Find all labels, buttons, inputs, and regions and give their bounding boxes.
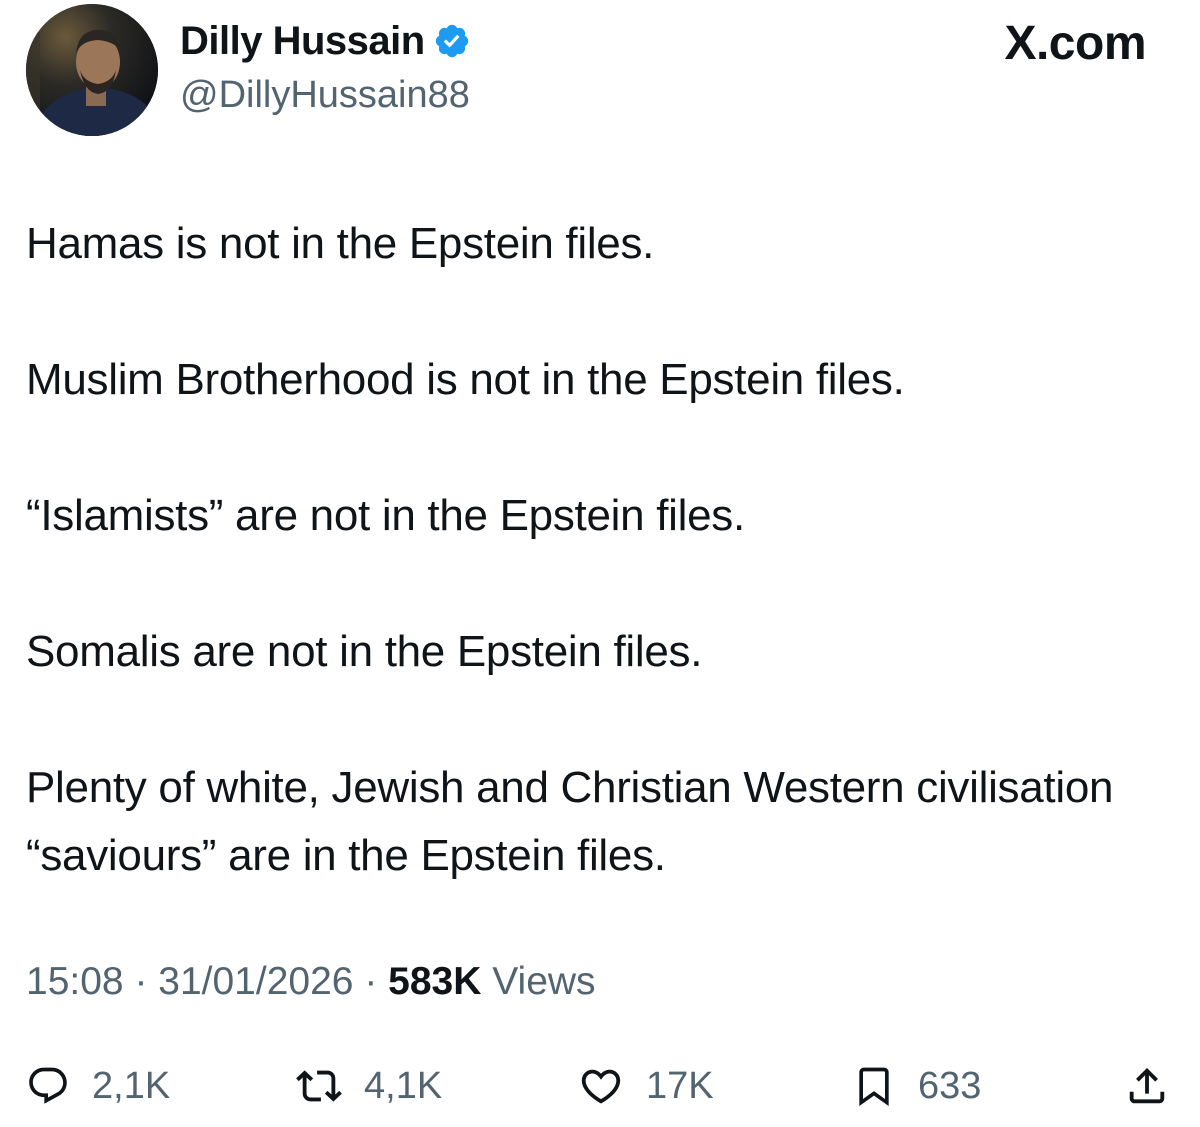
avatar[interactable] bbox=[26, 4, 158, 136]
heart-icon bbox=[581, 1069, 621, 1104]
share-button[interactable] bbox=[1124, 1052, 1170, 1120]
profile-photo bbox=[26, 4, 158, 136]
bookmark-count: 633 bbox=[918, 1064, 982, 1107]
author-handle[interactable]: @DillyHussain88 bbox=[180, 74, 470, 117]
tweet-paragraph: Hamas is not in the Epstein files. bbox=[26, 219, 655, 268]
reply-button[interactable]: 2,1K bbox=[26, 1052, 170, 1120]
like-button[interactable]: 17K bbox=[578, 1052, 714, 1120]
reply-count: 2,1K bbox=[92, 1064, 171, 1107]
reply-icon bbox=[29, 1067, 67, 1104]
tweet-time[interactable]: 15:08 bbox=[26, 960, 124, 1003]
tweet-meta: 15:08 · 31/01/2026 · 583K Views bbox=[26, 960, 596, 1004]
tweet-text: Hamas is not in the Epstein files. Musli… bbox=[26, 210, 1166, 958]
bookmark-button[interactable]: 633 bbox=[852, 1052, 981, 1120]
author-display-name[interactable]: Dilly Hussain bbox=[180, 19, 425, 64]
verified-badge-icon[interactable] bbox=[433, 22, 471, 60]
tweet-date[interactable]: 31/01/2026 bbox=[158, 960, 353, 1003]
tweet-paragraph: “Islamists” are not in the Epstein files… bbox=[26, 491, 745, 540]
like-count: 17K bbox=[646, 1064, 714, 1107]
repost-button[interactable]: 4,1K bbox=[296, 1052, 442, 1120]
bookmark-icon bbox=[859, 1067, 889, 1107]
repost-icon bbox=[296, 1070, 342, 1102]
tweet-paragraph: Muslim Brotherhood is not in the Epstein… bbox=[26, 355, 905, 404]
tweet-action-bar: 2,1K 4,1K 17K 633 bbox=[0, 1052, 1200, 1120]
meta-separator: · bbox=[123, 960, 159, 1003]
author-header: Dilly Hussain bbox=[180, 16, 471, 66]
share-icon bbox=[1129, 1067, 1165, 1104]
views-label: Views bbox=[481, 960, 596, 1003]
repost-count: 4,1K bbox=[364, 1064, 443, 1107]
tweet-paragraph: Plenty of white, Jewish and Christian We… bbox=[26, 763, 1114, 880]
meta-separator: · bbox=[353, 960, 389, 1003]
brand-logo-text: X.com bbox=[1004, 17, 1146, 70]
tweet-paragraph: Somalis are not in the Epstein files. bbox=[26, 627, 703, 676]
views-count: 583K bbox=[388, 960, 482, 1003]
